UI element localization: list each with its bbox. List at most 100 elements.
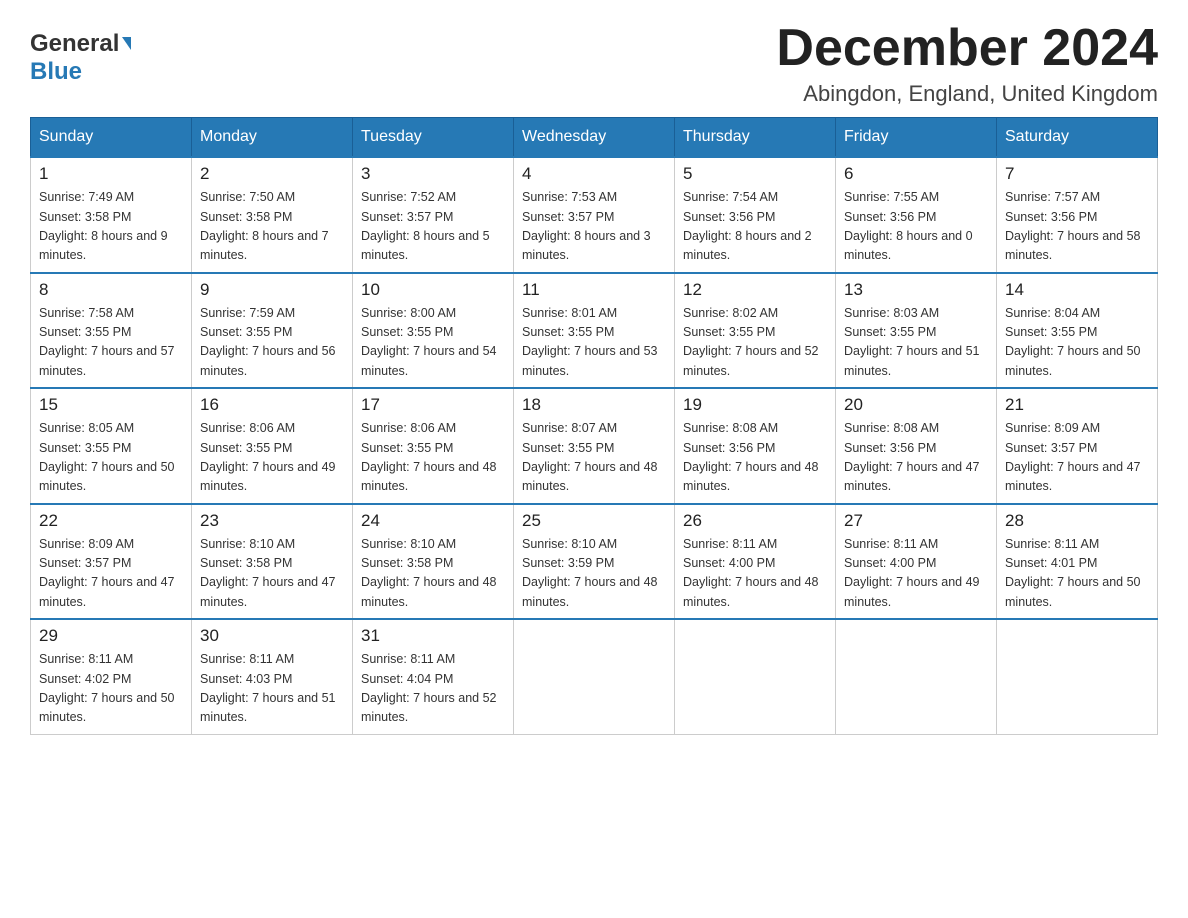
day-number: 25 bbox=[522, 511, 666, 531]
calendar-table: Sunday Monday Tuesday Wednesday Thursday… bbox=[30, 117, 1158, 735]
day-info: Sunrise: 7:58 AMSunset: 3:55 PMDaylight:… bbox=[39, 306, 175, 378]
day-cell: 24 Sunrise: 8:10 AMSunset: 3:58 PMDaylig… bbox=[353, 504, 514, 620]
day-cell: 19 Sunrise: 8:08 AMSunset: 3:56 PMDaylig… bbox=[675, 388, 836, 504]
header-sunday: Sunday bbox=[31, 118, 192, 158]
day-info: Sunrise: 8:11 AMSunset: 4:02 PMDaylight:… bbox=[39, 652, 175, 724]
header-friday: Friday bbox=[836, 118, 997, 158]
day-cell: 18 Sunrise: 8:07 AMSunset: 3:55 PMDaylig… bbox=[514, 388, 675, 504]
day-cell: 30 Sunrise: 8:11 AMSunset: 4:03 PMDaylig… bbox=[192, 619, 353, 734]
day-number: 12 bbox=[683, 280, 827, 300]
page-header: General Blue December 2024 Abingdon, Eng… bbox=[30, 20, 1158, 107]
day-cell bbox=[675, 619, 836, 734]
day-cell: 27 Sunrise: 8:11 AMSunset: 4:00 PMDaylig… bbox=[836, 504, 997, 620]
day-cell: 6 Sunrise: 7:55 AMSunset: 3:56 PMDayligh… bbox=[836, 157, 997, 273]
day-info: Sunrise: 8:06 AMSunset: 3:55 PMDaylight:… bbox=[361, 421, 497, 493]
day-cell: 10 Sunrise: 8:00 AMSunset: 3:55 PMDaylig… bbox=[353, 273, 514, 389]
logo: General Blue bbox=[30, 30, 131, 86]
day-cell: 29 Sunrise: 8:11 AMSunset: 4:02 PMDaylig… bbox=[31, 619, 192, 734]
day-number: 9 bbox=[200, 280, 344, 300]
day-cell: 16 Sunrise: 8:06 AMSunset: 3:55 PMDaylig… bbox=[192, 388, 353, 504]
day-number: 29 bbox=[39, 626, 183, 646]
day-info: Sunrise: 8:06 AMSunset: 3:55 PMDaylight:… bbox=[200, 421, 336, 493]
day-cell: 17 Sunrise: 8:06 AMSunset: 3:55 PMDaylig… bbox=[353, 388, 514, 504]
day-cell: 9 Sunrise: 7:59 AMSunset: 3:55 PMDayligh… bbox=[192, 273, 353, 389]
logo-general-text: General bbox=[30, 30, 119, 58]
day-number: 24 bbox=[361, 511, 505, 531]
day-info: Sunrise: 8:07 AMSunset: 3:55 PMDaylight:… bbox=[522, 421, 658, 493]
day-info: Sunrise: 7:49 AMSunset: 3:58 PMDaylight:… bbox=[39, 190, 168, 262]
day-cell: 23 Sunrise: 8:10 AMSunset: 3:58 PMDaylig… bbox=[192, 504, 353, 620]
day-cell: 12 Sunrise: 8:02 AMSunset: 3:55 PMDaylig… bbox=[675, 273, 836, 389]
day-number: 28 bbox=[1005, 511, 1149, 531]
day-number: 15 bbox=[39, 395, 183, 415]
day-info: Sunrise: 8:08 AMSunset: 3:56 PMDaylight:… bbox=[683, 421, 819, 493]
day-info: Sunrise: 8:11 AMSunset: 4:03 PMDaylight:… bbox=[200, 652, 336, 724]
header-wednesday: Wednesday bbox=[514, 118, 675, 158]
day-info: Sunrise: 7:55 AMSunset: 3:56 PMDaylight:… bbox=[844, 190, 973, 262]
day-info: Sunrise: 8:05 AMSunset: 3:55 PMDaylight:… bbox=[39, 421, 175, 493]
day-number: 8 bbox=[39, 280, 183, 300]
day-number: 21 bbox=[1005, 395, 1149, 415]
logo-arrow-icon bbox=[122, 37, 131, 50]
day-cell: 1 Sunrise: 7:49 AMSunset: 3:58 PMDayligh… bbox=[31, 157, 192, 273]
day-cell: 31 Sunrise: 8:11 AMSunset: 4:04 PMDaylig… bbox=[353, 619, 514, 734]
day-cell: 15 Sunrise: 8:05 AMSunset: 3:55 PMDaylig… bbox=[31, 388, 192, 504]
day-info: Sunrise: 8:09 AMSunset: 3:57 PMDaylight:… bbox=[39, 537, 175, 609]
day-info: Sunrise: 7:59 AMSunset: 3:55 PMDaylight:… bbox=[200, 306, 336, 378]
day-cell: 5 Sunrise: 7:54 AMSunset: 3:56 PMDayligh… bbox=[675, 157, 836, 273]
day-info: Sunrise: 8:10 AMSunset: 3:58 PMDaylight:… bbox=[200, 537, 336, 609]
day-number: 31 bbox=[361, 626, 505, 646]
header-monday: Monday bbox=[192, 118, 353, 158]
day-cell: 2 Sunrise: 7:50 AMSunset: 3:58 PMDayligh… bbox=[192, 157, 353, 273]
day-info: Sunrise: 8:11 AMSunset: 4:00 PMDaylight:… bbox=[683, 537, 819, 609]
week-row-4: 22 Sunrise: 8:09 AMSunset: 3:57 PMDaylig… bbox=[31, 504, 1158, 620]
day-number: 14 bbox=[1005, 280, 1149, 300]
day-cell: 22 Sunrise: 8:09 AMSunset: 3:57 PMDaylig… bbox=[31, 504, 192, 620]
day-number: 26 bbox=[683, 511, 827, 531]
week-row-5: 29 Sunrise: 8:11 AMSunset: 4:02 PMDaylig… bbox=[31, 619, 1158, 734]
day-cell: 28 Sunrise: 8:11 AMSunset: 4:01 PMDaylig… bbox=[997, 504, 1158, 620]
day-cell: 20 Sunrise: 8:08 AMSunset: 3:56 PMDaylig… bbox=[836, 388, 997, 504]
day-number: 6 bbox=[844, 164, 988, 184]
day-number: 23 bbox=[200, 511, 344, 531]
location-title: Abingdon, England, United Kingdom bbox=[776, 81, 1158, 107]
month-title: December 2024 bbox=[776, 20, 1158, 77]
day-info: Sunrise: 7:54 AMSunset: 3:56 PMDaylight:… bbox=[683, 190, 812, 262]
day-number: 19 bbox=[683, 395, 827, 415]
day-info: Sunrise: 8:10 AMSunset: 3:58 PMDaylight:… bbox=[361, 537, 497, 609]
day-cell: 8 Sunrise: 7:58 AMSunset: 3:55 PMDayligh… bbox=[31, 273, 192, 389]
day-cell: 26 Sunrise: 8:11 AMSunset: 4:00 PMDaylig… bbox=[675, 504, 836, 620]
day-number: 22 bbox=[39, 511, 183, 531]
day-info: Sunrise: 8:11 AMSunset: 4:04 PMDaylight:… bbox=[361, 652, 497, 724]
weekday-header-row: Sunday Monday Tuesday Wednesday Thursday… bbox=[31, 118, 1158, 158]
day-cell: 3 Sunrise: 7:52 AMSunset: 3:57 PMDayligh… bbox=[353, 157, 514, 273]
day-info: Sunrise: 8:04 AMSunset: 3:55 PMDaylight:… bbox=[1005, 306, 1141, 378]
logo-blue-text: Blue bbox=[30, 58, 82, 85]
day-info: Sunrise: 8:11 AMSunset: 4:00 PMDaylight:… bbox=[844, 537, 980, 609]
day-cell: 21 Sunrise: 8:09 AMSunset: 3:57 PMDaylig… bbox=[997, 388, 1158, 504]
day-number: 7 bbox=[1005, 164, 1149, 184]
day-info: Sunrise: 8:00 AMSunset: 3:55 PMDaylight:… bbox=[361, 306, 497, 378]
day-info: Sunrise: 8:09 AMSunset: 3:57 PMDaylight:… bbox=[1005, 421, 1141, 493]
day-number: 4 bbox=[522, 164, 666, 184]
day-number: 30 bbox=[200, 626, 344, 646]
day-cell: 13 Sunrise: 8:03 AMSunset: 3:55 PMDaylig… bbox=[836, 273, 997, 389]
day-number: 16 bbox=[200, 395, 344, 415]
day-cell: 4 Sunrise: 7:53 AMSunset: 3:57 PMDayligh… bbox=[514, 157, 675, 273]
day-number: 27 bbox=[844, 511, 988, 531]
day-cell bbox=[836, 619, 997, 734]
day-info: Sunrise: 7:53 AMSunset: 3:57 PMDaylight:… bbox=[522, 190, 651, 262]
day-info: Sunrise: 7:52 AMSunset: 3:57 PMDaylight:… bbox=[361, 190, 490, 262]
day-info: Sunrise: 8:08 AMSunset: 3:56 PMDaylight:… bbox=[844, 421, 980, 493]
day-number: 5 bbox=[683, 164, 827, 184]
day-info: Sunrise: 8:03 AMSunset: 3:55 PMDaylight:… bbox=[844, 306, 980, 378]
day-number: 2 bbox=[200, 164, 344, 184]
header-tuesday: Tuesday bbox=[353, 118, 514, 158]
week-row-3: 15 Sunrise: 8:05 AMSunset: 3:55 PMDaylig… bbox=[31, 388, 1158, 504]
day-cell: 14 Sunrise: 8:04 AMSunset: 3:55 PMDaylig… bbox=[997, 273, 1158, 389]
day-cell: 11 Sunrise: 8:01 AMSunset: 3:55 PMDaylig… bbox=[514, 273, 675, 389]
week-row-1: 1 Sunrise: 7:49 AMSunset: 3:58 PMDayligh… bbox=[31, 157, 1158, 273]
day-info: Sunrise: 8:11 AMSunset: 4:01 PMDaylight:… bbox=[1005, 537, 1141, 609]
day-cell: 25 Sunrise: 8:10 AMSunset: 3:59 PMDaylig… bbox=[514, 504, 675, 620]
day-info: Sunrise: 7:57 AMSunset: 3:56 PMDaylight:… bbox=[1005, 190, 1141, 262]
